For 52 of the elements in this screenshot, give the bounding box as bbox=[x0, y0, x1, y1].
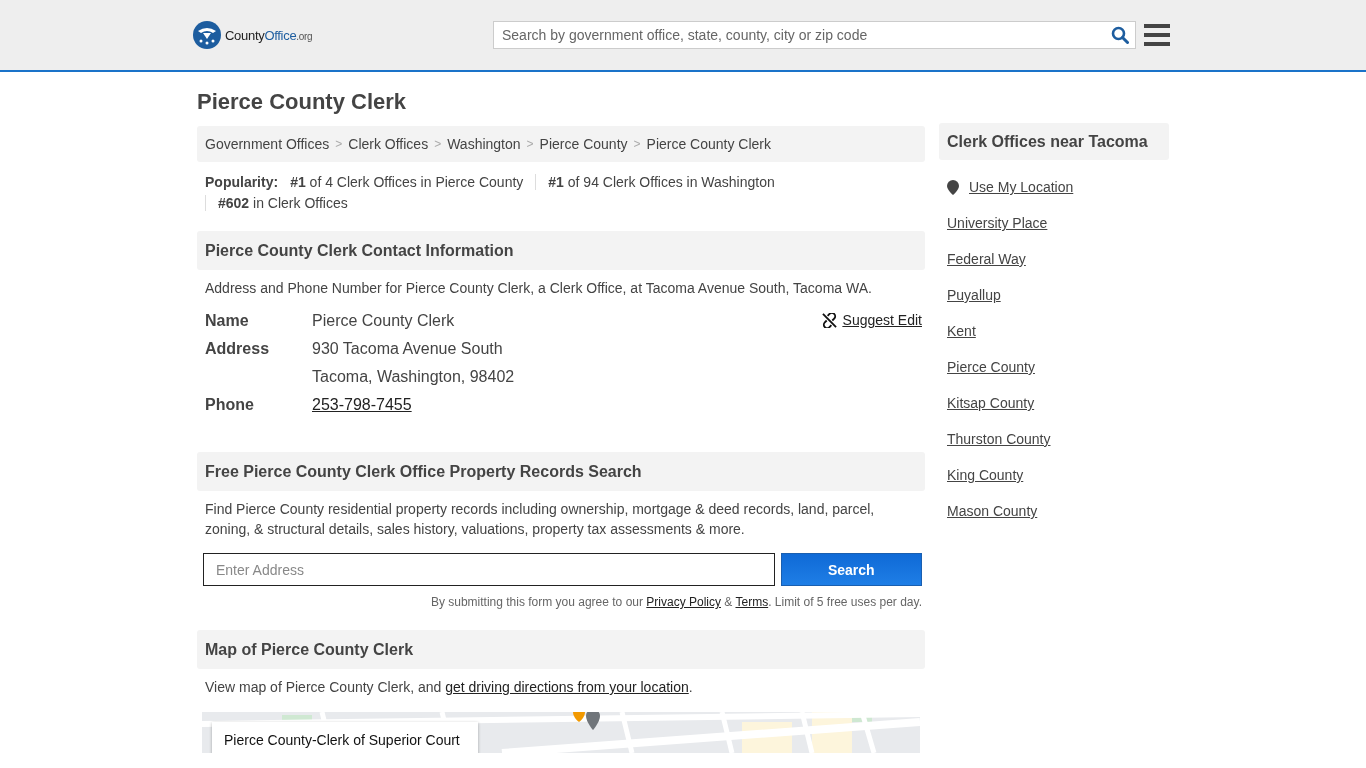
description-text: Find Pierce County residential property records including ownership, mortgage & deed records, land, parcel, zoning, & structural details, sales history, valuations, property tax assessments & more. bbox=[204, 500, 876, 539]
phone-link[interactable]: 253-798-7455 bbox=[312, 396, 822, 414]
search-field[interactable]: Search by government office, state, county, city or zip code bbox=[493, 21, 1136, 49]
nearby-office-link[interactable]: Puyallup bbox=[947, 286, 1169, 305]
sidebar-heading: Clerk Offices near Tacoma bbox=[939, 123, 1169, 160]
nearby-office-link[interactable]: King County bbox=[947, 466, 1169, 485]
section-heading: Free Pierce County Clerk Office Property Records Search bbox=[197, 452, 925, 491]
use-location-link[interactable]: Use My Location bbox=[969, 178, 1074, 197]
nearby-office-link[interactable]: University Place bbox=[947, 214, 1169, 233]
popularity-rank: #1 of 94 Clerk Offices in Washington bbox=[535, 174, 787, 190]
nearby-office-link[interactable]: Kitsap County bbox=[947, 394, 1169, 413]
field-label: Name bbox=[205, 312, 250, 330]
menu-icon[interactable] bbox=[1144, 24, 1170, 46]
map-info-card: Pierce County-Clerk of Superior Court bbox=[212, 722, 478, 753]
breadcrumb-link[interactable]: Pierce County Clerk bbox=[646, 136, 772, 152]
nearby-office-link[interactable]: Kent bbox=[947, 322, 1169, 341]
nearby-office-link[interactable]: Federal Way bbox=[947, 250, 1169, 269]
logo-icon[interactable] bbox=[192, 20, 222, 50]
broken-link-icon[interactable] bbox=[821, 312, 837, 328]
nearby-office-link[interactable]: Pierce County bbox=[947, 358, 1169, 377]
address-field[interactable]: Enter Address bbox=[203, 553, 775, 586]
field-value: Tacoma, Washington, 98402 bbox=[312, 368, 516, 386]
section-heading: Pierce County Clerk Contact Information bbox=[197, 231, 925, 270]
directions-link[interactable]: get driving directions from your location bbox=[445, 679, 689, 695]
breadcrumb-separator: > bbox=[633, 137, 641, 151]
description-text: Address and Phone Number for Pierce County Clerk, a Clerk Office, at Tacoma Avenue South, Tacoma WA. bbox=[204, 279, 873, 298]
section-heading: Map of Pierce County Clerk bbox=[197, 630, 925, 669]
field-label: Phone bbox=[205, 396, 255, 414]
disclaimer-text: By submitting this form you agree to our Privacy Policy & Terms. Limit of 5 free uses per day. bbox=[429, 594, 923, 609]
field-value: 930 Tacoma Avenue South bbox=[312, 340, 504, 358]
breadcrumb-link[interactable]: Clerk Offices bbox=[348, 136, 429, 152]
popularity-rank: #1 of 4 Clerk Offices in Pierce County bbox=[290, 174, 525, 190]
privacy-policy-link[interactable]: Privacy Policy bbox=[646, 595, 721, 609]
popularity-label: Popularity: bbox=[205, 174, 279, 190]
description-text: View map of Pierce County Clerk, and get driving directions from your location. bbox=[204, 678, 694, 697]
search-button[interactable]: Search bbox=[780, 553, 922, 586]
field-value: Pierce County Clerk bbox=[312, 312, 456, 330]
field-label: Address bbox=[205, 340, 271, 359]
breadcrumb-link[interactable]: Government Offices bbox=[205, 136, 330, 152]
suggest-edit-link[interactable]: Suggest Edit bbox=[842, 312, 922, 328]
page-title: Pierce County Clerk bbox=[197, 89, 408, 115]
breadcrumb-separator: > bbox=[526, 137, 534, 151]
location-pin-icon[interactable] bbox=[947, 180, 959, 195]
breadcrumb-link[interactable]: Washington bbox=[447, 136, 521, 152]
breadcrumb-separator: > bbox=[335, 137, 343, 151]
nearby-office-link[interactable]: Thurston County bbox=[947, 430, 1169, 449]
nearby-office-link[interactable]: Mason County bbox=[947, 502, 1169, 521]
popularity-rank: #602 in Clerk Offices bbox=[205, 195, 360, 211]
search-icon[interactable] bbox=[1111, 26, 1129, 44]
logo-text[interactable]: CountyOffice.org bbox=[225, 27, 313, 43]
breadcrumb-link[interactable]: Pierce County bbox=[539, 136, 628, 152]
breadcrumb-separator: > bbox=[434, 137, 442, 151]
